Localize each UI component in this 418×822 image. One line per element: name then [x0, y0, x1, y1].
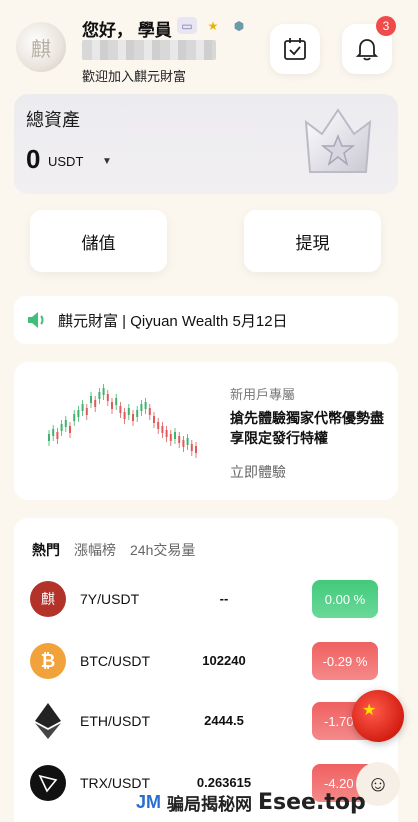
notification-button[interactable]: 3	[342, 16, 396, 74]
promo-cta-link[interactable]: 立即體驗	[230, 462, 286, 482]
candle-body	[165, 430, 168, 437]
candle-body	[98, 392, 101, 399]
change-badge: 0.00 %	[312, 580, 378, 618]
candle-body	[56, 432, 59, 439]
candle-body	[169, 434, 172, 441]
watermark-logo: JM	[136, 791, 162, 812]
candlestick-illustration	[48, 384, 197, 458]
tab-gainers[interactable]: 漲幅榜	[74, 540, 116, 560]
candle-body	[60, 424, 63, 431]
pair-price: 102240	[202, 653, 246, 668]
star-badge-icon: ★	[207, 18, 219, 33]
candle-body	[73, 414, 76, 421]
candle-body	[64, 420, 67, 427]
candle-body	[90, 396, 92, 403]
assets-title: 總資產	[26, 110, 80, 130]
id-card-icon: ▭	[177, 17, 197, 34]
7y-coin-icon: 麒	[30, 581, 66, 617]
gem-badge-icon: ⬢	[233, 18, 245, 33]
watermark-cn: 骗局揭秘网	[167, 794, 253, 814]
market-row-7y[interactable]: 麒 7Y/USDT -- 0.00 %	[14, 576, 398, 626]
market-row-eth[interactable]: ETH/USDT 2444.5 -1.70	[14, 698, 398, 748]
candle-body	[195, 446, 197, 453]
market-row-btc[interactable]: ₿ BTC/USDT 102240 -0.29 %	[14, 638, 398, 688]
candle-body	[182, 440, 185, 447]
calendar-check-icon	[284, 38, 306, 60]
candle-body	[174, 432, 176, 439]
masked-username	[82, 40, 216, 60]
crown-trophy-icon	[304, 108, 372, 173]
tab-hot[interactable]: 熱門	[32, 540, 60, 560]
bell-icon	[355, 39, 379, 61]
candle-body	[94, 400, 97, 407]
announcement-bar[interactable]: 麒元財富 | Qiyuan Wealth 5月12日	[14, 296, 398, 344]
candle-body	[77, 410, 80, 417]
watermark-en: Esee.top	[258, 789, 366, 815]
candle-body	[140, 404, 143, 411]
candle-body	[85, 408, 88, 415]
candle-body	[161, 426, 164, 433]
candle-body	[102, 388, 105, 395]
market-list: 熱門 漲幅榜 24h交易量 麒 7Y/USDT -- 0.00 % ₿ BTC/…	[14, 518, 398, 822]
withdraw-button[interactable]: 提現	[244, 210, 381, 272]
watermark: JM 骗局揭秘网 Esee.top	[136, 786, 408, 818]
candle-body	[186, 438, 189, 445]
bitcoin-icon: ₿	[30, 643, 66, 679]
currency-dropdown-icon[interactable]: ▼	[102, 156, 112, 167]
candle-body	[127, 408, 130, 415]
candle-body	[153, 416, 155, 423]
market-tabs: 熱門 漲幅榜 24h交易量	[32, 540, 195, 560]
speaker-icon	[28, 312, 44, 328]
pair-price: 2444.5	[204, 713, 244, 728]
candle-body	[48, 434, 50, 441]
tron-icon	[30, 765, 66, 801]
header: 麒 您好， 學員 ▭ ★ ⬢ 歡迎加入麒元財富 3	[0, 6, 418, 88]
candle-body	[119, 406, 122, 413]
candle-body	[157, 422, 160, 429]
candle-body	[178, 436, 181, 443]
language-flag-button[interactable]: ★	[352, 690, 404, 742]
welcome-text: 歡迎加入麒元財富	[82, 69, 187, 84]
candle-body	[190, 444, 193, 451]
candle-body	[81, 404, 84, 411]
candle-body	[136, 410, 139, 417]
total-assets-card[interactable]: 總資產 0 USDT ▼	[14, 94, 398, 194]
candle-body	[52, 429, 55, 436]
notification-badge: 3	[376, 16, 396, 36]
checkin-button[interactable]	[270, 24, 320, 74]
avatar[interactable]: 麒	[16, 22, 66, 72]
pair-name: ETH/USDT	[80, 713, 150, 729]
assets-value: 0	[26, 144, 41, 174]
assets-currency[interactable]: USDT	[48, 154, 83, 169]
promo-subtitle: 新用戶專屬	[230, 387, 296, 402]
announcement-text: 麒元財富 | Qiyuan Wealth 5月12日	[58, 312, 288, 330]
change-badge: -0.29 %	[312, 642, 378, 680]
candle-body	[148, 408, 151, 415]
flag-star-icon: ★	[362, 702, 377, 719]
candle-body	[69, 426, 71, 433]
candle-body	[123, 412, 126, 419]
user-badges: ▭ ★ ⬢	[177, 17, 249, 34]
pair-name: 7Y/USDT	[80, 591, 140, 607]
promo-card[interactable]: 新用戶專屬 搶先體驗獨家代幣優勢盡享限定發行特權 立即體驗	[14, 362, 398, 500]
tab-24h-volume[interactable]: 24h交易量	[130, 540, 195, 560]
candle-body	[111, 402, 113, 409]
ethereum-icon	[30, 703, 66, 739]
promo-headline: 搶先體驗獨家代幣優勢盡享限定發行特權	[230, 410, 384, 446]
pair-name: BTC/USDT	[80, 653, 150, 669]
candle-body	[115, 398, 118, 405]
avatar-logo-icon: 麒	[31, 36, 51, 61]
candle-body	[132, 414, 134, 421]
candle-body	[144, 402, 147, 409]
pair-price: --	[219, 591, 229, 606]
greeting-text: 您好， 學員	[82, 21, 172, 40]
candle-body	[106, 394, 109, 401]
deposit-button[interactable]: 儲值	[30, 210, 167, 272]
